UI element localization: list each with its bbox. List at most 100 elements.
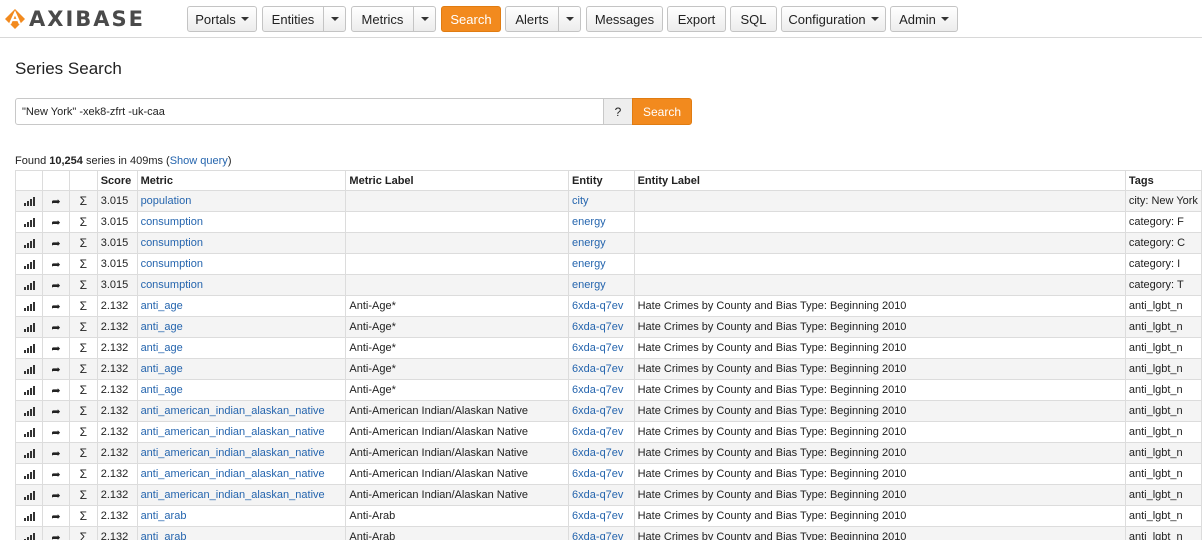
sigma-icon[interactable]: Σ [80,362,87,376]
share-arrow-icon[interactable]: ➦ [51,196,60,208]
nav-entities-dropdown-toggle[interactable] [323,6,346,32]
chart-cell[interactable] [14,442,44,464]
header-entity-label[interactable]: Entity Label [633,170,1126,191]
share-arrow-icon[interactable]: ➦ [51,280,60,292]
chart-cell[interactable] [14,316,44,338]
share-arrow-icon[interactable]: ➦ [51,427,60,439]
sigma-icon[interactable]: Σ [80,467,87,481]
open-cell[interactable]: ➦ [42,274,70,296]
open-cell[interactable]: ➦ [42,295,70,317]
entity-link[interactable]: 6xda-q7ev [572,531,623,540]
bar-chart-icon[interactable] [23,343,35,353]
entity-link[interactable]: 6xda-q7ev [572,384,623,396]
entity-link[interactable]: energy [572,279,606,291]
metric-link[interactable]: consumption [141,279,203,291]
metric-link[interactable]: anti_age [141,363,183,375]
chart-cell[interactable] [14,253,44,275]
open-cell[interactable]: ➦ [42,484,70,506]
nav-metrics-button[interactable]: Metrics [351,6,414,32]
share-arrow-icon[interactable]: ➦ [51,364,60,376]
metric-link[interactable]: anti_arab [141,531,187,540]
header-entity[interactable]: Entity [568,170,635,191]
sum-cell[interactable]: Σ [68,526,98,540]
sigma-icon[interactable]: Σ [80,215,87,229]
share-arrow-icon[interactable]: ➦ [51,322,60,334]
chart-cell[interactable] [14,421,44,443]
nav-search-button[interactable]: Search [441,6,501,32]
sigma-icon[interactable]: Σ [80,236,87,250]
entity-link[interactable]: energy [572,216,606,228]
sigma-icon[interactable]: Σ [80,509,87,523]
bar-chart-icon[interactable] [23,301,35,311]
sigma-icon[interactable]: Σ [80,320,87,334]
chart-cell[interactable] [14,463,44,485]
metric-link[interactable]: anti_american_indian_alaskan_native [141,405,325,417]
bar-chart-icon[interactable] [23,469,35,479]
chart-cell[interactable] [14,505,44,527]
nav-portals-button[interactable]: Portals [187,6,257,32]
open-cell[interactable]: ➦ [42,232,70,254]
metric-link[interactable]: anti_american_indian_alaskan_native [141,426,325,438]
sum-cell[interactable]: Σ [68,337,98,359]
metric-link[interactable]: anti_age [141,384,183,396]
share-arrow-icon[interactable]: ➦ [51,385,60,397]
metric-link[interactable]: anti_american_indian_alaskan_native [141,489,325,501]
sum-cell[interactable]: Σ [68,211,98,233]
bar-chart-icon[interactable] [23,532,35,540]
chart-cell[interactable] [14,526,44,540]
open-cell[interactable]: ➦ [42,211,70,233]
sum-cell[interactable]: Σ [68,316,98,338]
sigma-icon[interactable]: Σ [80,383,87,397]
show-query-link[interactable]: Show query [170,155,228,167]
metric-link[interactable]: anti_arab [141,510,187,522]
chart-cell[interactable] [14,379,44,401]
sum-cell[interactable]: Σ [68,484,98,506]
share-arrow-icon[interactable]: ➦ [51,511,60,523]
share-arrow-icon[interactable]: ➦ [51,343,60,355]
bar-chart-icon[interactable] [23,238,35,248]
open-cell[interactable]: ➦ [42,442,70,464]
nav-entities-button[interactable]: Entities [262,6,324,32]
bar-chart-icon[interactable] [23,406,35,416]
share-arrow-icon[interactable]: ➦ [51,532,60,540]
entity-link[interactable]: 6xda-q7ev [572,468,623,480]
metric-link[interactable]: anti_american_indian_alaskan_native [141,447,325,459]
header-metric[interactable]: Metric [136,170,347,191]
entity-link[interactable]: 6xda-q7ev [572,363,623,375]
bar-chart-icon[interactable] [23,364,35,374]
sigma-icon[interactable]: Σ [80,446,87,460]
entity-link[interactable]: energy [572,237,606,249]
share-arrow-icon[interactable]: ➦ [51,469,60,481]
chart-cell[interactable] [14,295,44,317]
sigma-icon[interactable]: Σ [80,488,87,502]
sum-cell[interactable]: Σ [68,253,98,275]
header-tags[interactable]: Tags [1124,170,1202,191]
metric-link[interactable]: anti_age [141,300,183,312]
entity-link[interactable]: 6xda-q7ev [572,405,623,417]
sigma-icon[interactable]: Σ [80,299,87,313]
open-cell[interactable]: ➦ [42,526,70,540]
open-cell[interactable]: ➦ [42,358,70,380]
chart-cell[interactable] [14,337,44,359]
entity-link[interactable]: 6xda-q7ev [572,300,623,312]
search-submit-button[interactable]: Search [632,98,692,125]
chart-cell[interactable] [14,400,44,422]
nav-sql-button[interactable]: SQL [730,6,777,32]
sigma-icon[interactable]: Σ [80,278,87,292]
entity-link[interactable]: 6xda-q7ev [572,321,623,333]
nav-messages-button[interactable]: Messages [586,6,663,32]
share-arrow-icon[interactable]: ➦ [51,448,60,460]
bar-chart-icon[interactable] [23,196,35,206]
open-cell[interactable]: ➦ [42,316,70,338]
series-search-input[interactable] [15,98,604,125]
sum-cell[interactable]: Σ [68,421,98,443]
share-arrow-icon[interactable]: ➦ [51,406,60,418]
chart-cell[interactable] [14,232,44,254]
sigma-icon[interactable]: Σ [80,530,87,540]
metric-link[interactable]: anti_age [141,321,183,333]
open-cell[interactable]: ➦ [42,400,70,422]
sum-cell[interactable]: Σ [68,274,98,296]
bar-chart-icon[interactable] [23,259,35,269]
chart-cell[interactable] [14,358,44,380]
bar-chart-icon[interactable] [23,448,35,458]
